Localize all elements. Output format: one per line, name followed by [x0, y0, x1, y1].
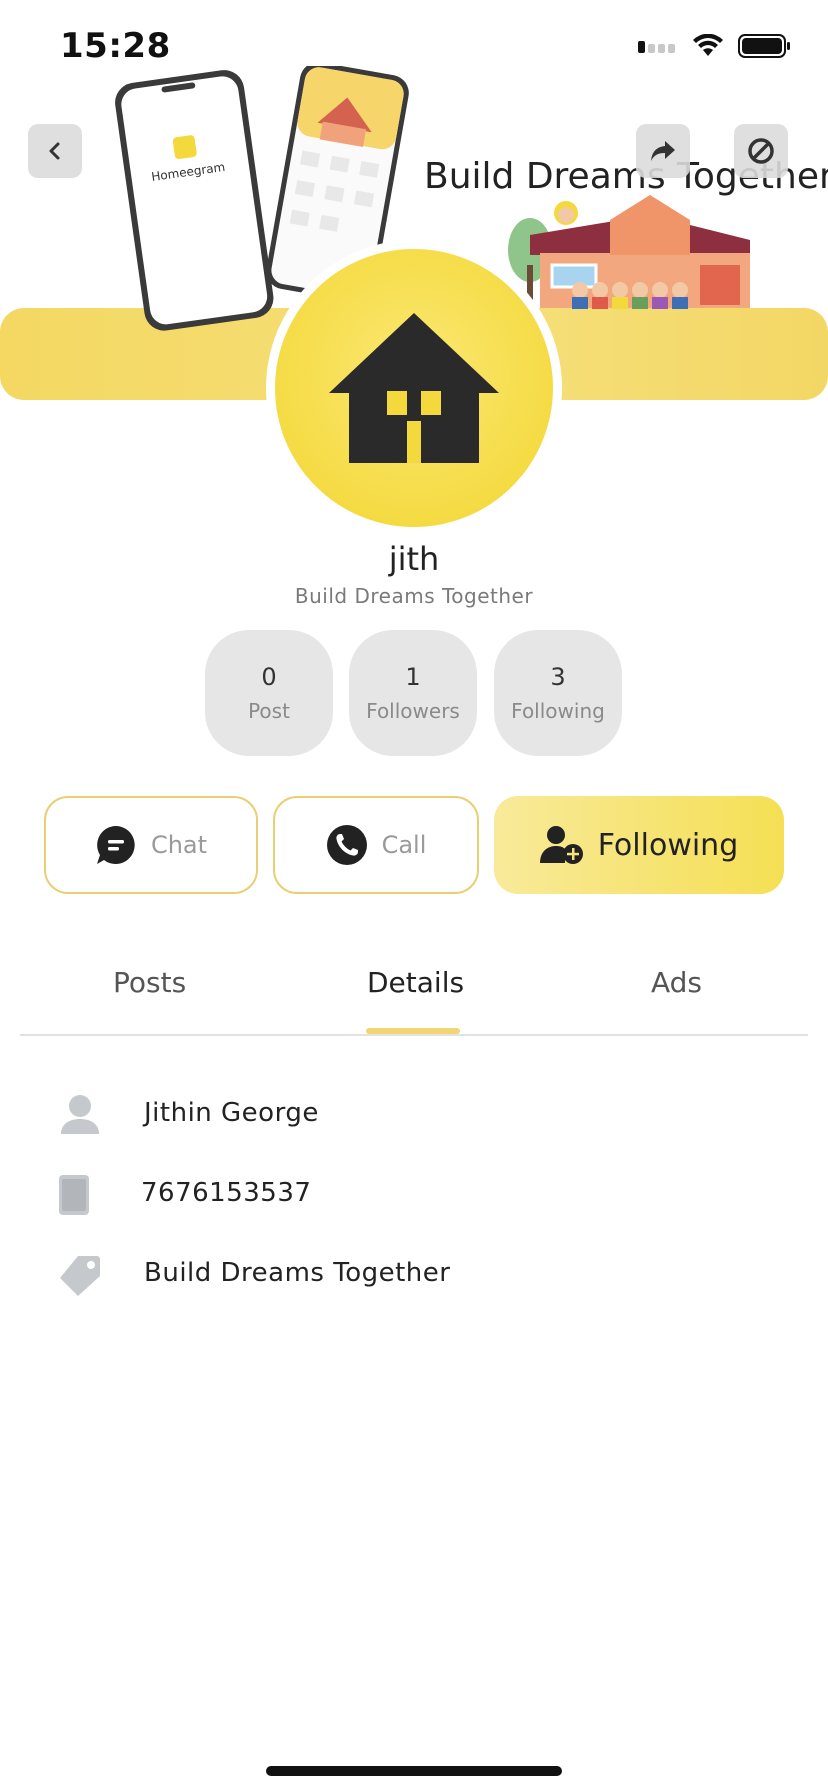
chat-button[interactable]: Chat: [44, 796, 258, 894]
stat-value: 3: [550, 663, 566, 691]
chat-icon: [96, 826, 135, 864]
stat-label: Post: [248, 699, 290, 723]
profile-tagline: Build Dreams Together: [294, 584, 534, 608]
block-button[interactable]: [734, 124, 788, 178]
share-button[interactable]: [636, 124, 690, 178]
stat-value: 1: [405, 663, 421, 691]
mobile-icon: [59, 1175, 89, 1215]
block-icon: [748, 138, 774, 164]
house-illustration: [508, 195, 750, 309]
profile-avatar[interactable]: [266, 240, 562, 536]
stat-label: Followers: [366, 699, 460, 723]
following-label: Following: [597, 827, 739, 863]
detail-phone: 7676153537: [141, 1178, 312, 1208]
user-icon: [61, 1095, 99, 1134]
tab-posts[interactable]: Posts: [113, 966, 186, 999]
tab-ads[interactable]: Ads: [651, 966, 702, 999]
user-plus-icon: [539, 826, 583, 864]
stat-posts[interactable]: 0 Post: [205, 630, 333, 756]
stat-followers[interactable]: 1 Followers: [349, 630, 477, 756]
chevron-left-icon: [49, 142, 60, 160]
chat-label: Chat: [150, 831, 208, 859]
stat-following[interactable]: 3 Following: [494, 630, 622, 756]
tab-active-indicator: [366, 1028, 460, 1034]
share-icon: [651, 141, 675, 161]
tab-details[interactable]: Details: [367, 966, 464, 999]
call-label: Call: [381, 831, 427, 859]
home-indicator: [266, 1766, 562, 1776]
stat-label: Following: [511, 699, 605, 723]
profile-name: jith: [388, 540, 440, 578]
phone-icon: [326, 825, 367, 865]
following-button[interactable]: Following: [494, 796, 784, 894]
house-logo-icon: [329, 313, 499, 463]
call-button[interactable]: Call: [273, 796, 479, 894]
detail-tag: Build Dreams Together: [144, 1258, 451, 1288]
tab-divider: [20, 1034, 808, 1036]
tag-icon: [60, 1256, 100, 1296]
back-button[interactable]: [28, 124, 82, 178]
stat-value: 0: [261, 663, 277, 691]
detail-name: Jithin George: [144, 1098, 319, 1128]
